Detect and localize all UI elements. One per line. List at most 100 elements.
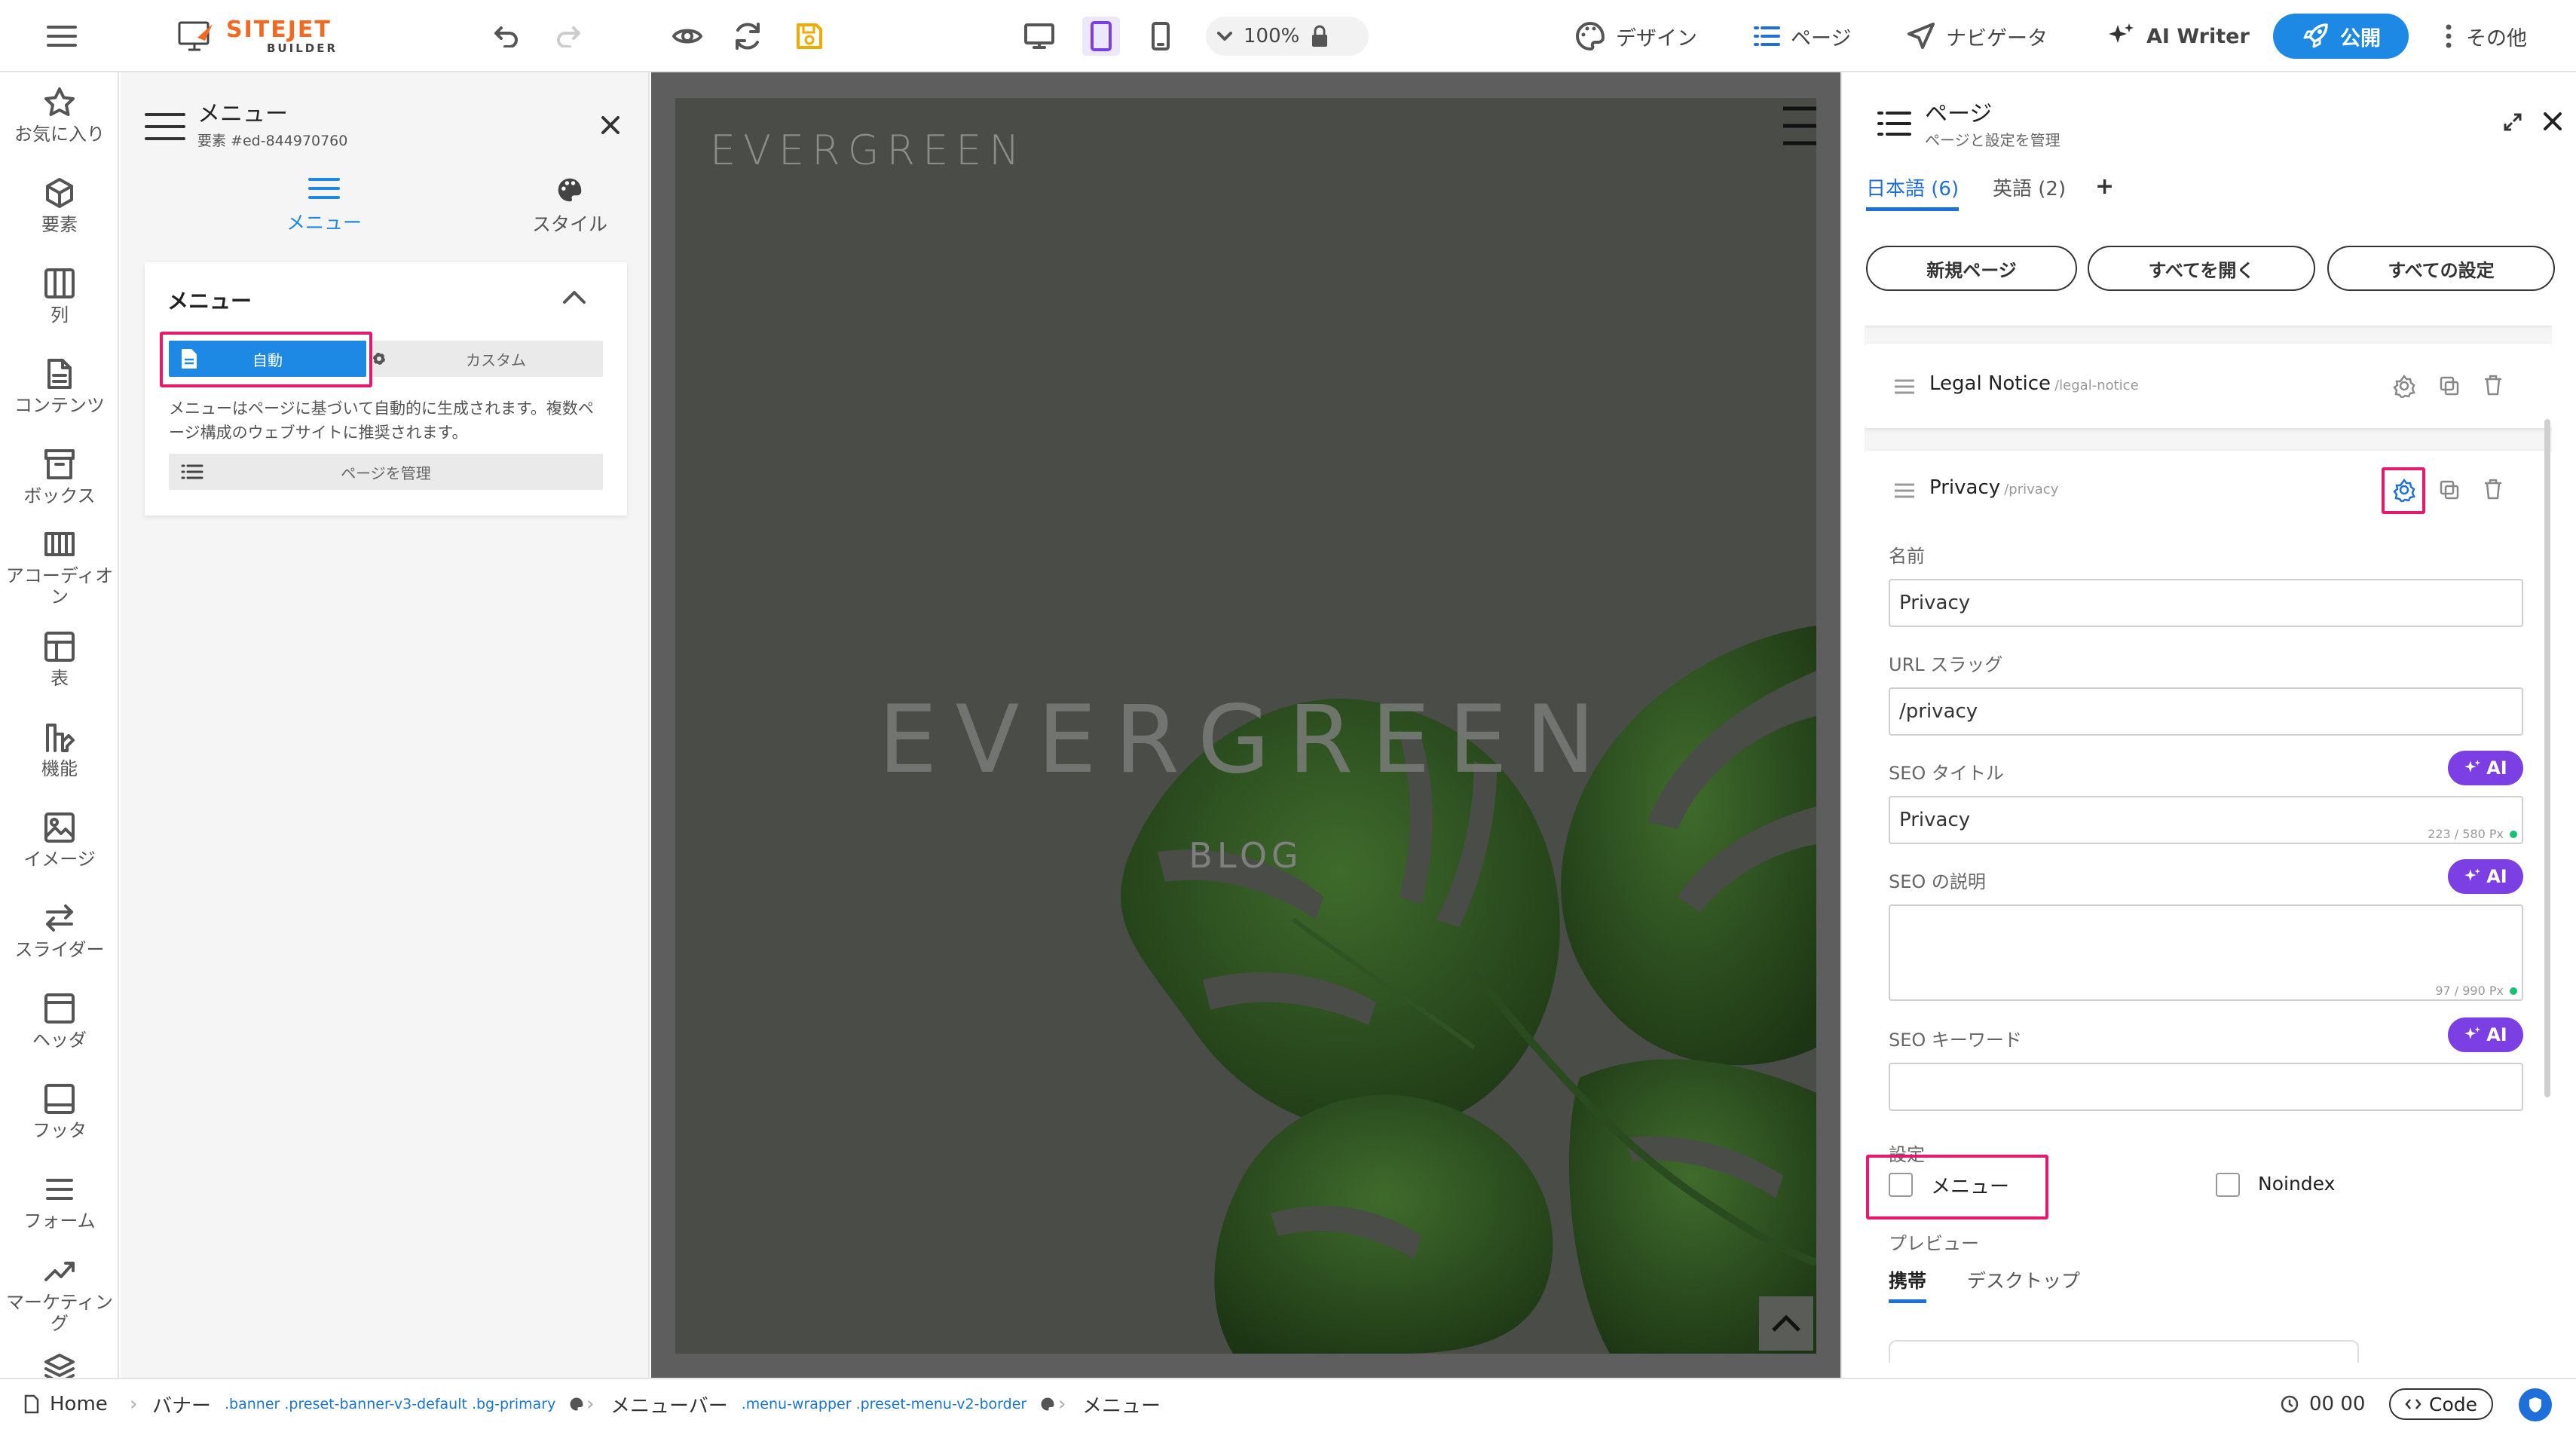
site-logo-small[interactable]: EVERGREEN: [710, 127, 1027, 174]
manage-pages-button[interactable]: ページを管理: [169, 454, 603, 490]
add-language-button[interactable]: +: [2095, 173, 2114, 200]
desktop-view-icon[interactable]: [1022, 21, 1057, 51]
breadcrumb-menubar[interactable]: メニューバー .menu-wrapper .preset-menu-v2-bor…: [610, 1379, 1055, 1429]
lock-icon[interactable]: [1310, 24, 1329, 48]
sidebar-item-elements[interactable]: 要素: [0, 176, 118, 235]
nav-design[interactable]: デザイン: [1575, 0, 1697, 72]
sidebar-item-accordion[interactable]: アコーディオン: [0, 528, 118, 607]
shield-icon[interactable]: [2519, 1388, 2552, 1421]
slug-field-label: URL スラッグ: [1889, 654, 2003, 675]
drag-handle-icon[interactable]: [1893, 482, 1916, 499]
close-icon[interactable]: [2543, 112, 2562, 131]
sidebar-item-contents[interactable]: コンテンツ: [0, 357, 118, 416]
new-page-button[interactable]: 新規ページ: [1866, 246, 2077, 291]
refresh-icon[interactable]: [731, 20, 764, 53]
tablet-view-icon[interactable]: [1082, 17, 1120, 56]
element-library-sidebar: お気に入り 要素 列 コンテンツ ボックス アコーディオン 表 機能 イメージ …: [0, 72, 119, 1378]
nav-pages-label: ページ: [1791, 26, 1852, 50]
publish-button[interactable]: 公開: [2273, 14, 2409, 59]
duplicate-icon[interactable]: [2439, 479, 2460, 500]
expand-all-button[interactable]: すべてを開く: [2088, 246, 2315, 291]
sparkle-icon: [2464, 868, 2481, 881]
site-tagline[interactable]: BLOG: [675, 835, 1816, 876]
name-field[interactable]: Privacy: [1889, 579, 2523, 627]
duplicate-icon[interactable]: [2439, 375, 2460, 396]
expand-icon[interactable]: [2502, 112, 2523, 133]
site-banner-preview[interactable]: EVERGREEN EVERGREEN BLOG: [675, 98, 1816, 1354]
save-icon[interactable]: [793, 20, 826, 53]
breadcrumb-home[interactable]: Home: [24, 1379, 108, 1429]
seo-desc-field[interactable]: 97 / 990 Px: [1889, 904, 2523, 1001]
all-settings-button[interactable]: すべての設定: [2327, 246, 2555, 291]
tab-style[interactable]: スタイル: [502, 176, 638, 237]
seo-title-field[interactable]: Privacy 223 / 580 Px: [1889, 796, 2523, 844]
ai-seo-title-button[interactable]: AI: [2448, 751, 2523, 785]
mobile-view-icon[interactable]: [1144, 20, 1177, 53]
sidebar-item-footer[interactable]: フッタ: [0, 1082, 118, 1141]
drag-handle-icon[interactable]: [1893, 378, 1916, 395]
trash-icon[interactable]: [2483, 478, 2504, 500]
layers-icon: [44, 1354, 75, 1378]
breadcrumb-menu[interactable]: メニュー: [1082, 1379, 1161, 1429]
seo-title-counter: 223 / 580 Px: [2428, 827, 2504, 841]
ai-seo-desc-button[interactable]: AI: [2448, 859, 2523, 894]
tab-language-japanese[interactable]: 日本語 (6): [1866, 173, 1960, 211]
name-field-label: 名前: [1889, 546, 1925, 567]
page-item-legal-notice[interactable]: Legal Notice /legal-notice: [1865, 344, 2552, 428]
sidebar-item-label: 機能: [41, 758, 78, 779]
breadcrumb-banner[interactable]: バナー .banner .preset-banner-v3-default .b…: [152, 1379, 584, 1429]
slug-field[interactable]: /privacy: [1889, 687, 2523, 736]
breadcrumb-separator: ›: [130, 1393, 138, 1415]
list-icon: [1877, 110, 1911, 137]
close-icon[interactable]: [597, 112, 624, 139]
sidebar-item-favorites[interactable]: お気に入り: [0, 86, 118, 145]
site-title-large[interactable]: EVERGREEN: [675, 686, 1816, 794]
tab-menu-label: メニュー: [286, 212, 362, 234]
sidebar-item-header[interactable]: ヘッダ: [0, 992, 118, 1051]
zoom-level: 100%: [1244, 25, 1300, 47]
hamburger-menu-icon[interactable]: [41, 23, 83, 50]
trash-icon[interactable]: [2483, 374, 2504, 396]
undo-icon[interactable]: [490, 21, 523, 51]
sidebar-item-form[interactable]: フォーム: [0, 1173, 118, 1232]
sidebar-item-layers[interactable]: [0, 1352, 118, 1378]
site-hamburger-icon[interactable]: [1782, 106, 1816, 146]
redo-icon[interactable]: [552, 21, 585, 51]
noindex-checkbox[interactable]: [2216, 1173, 2240, 1197]
sidebar-item-image[interactable]: イメージ: [0, 811, 118, 870]
chevron-up-icon[interactable]: [562, 289, 586, 304]
tab-language-english[interactable]: 英語 (2): [1993, 173, 2066, 201]
sidebar-item-features[interactable]: 機能: [0, 721, 118, 779]
more-menu[interactable]: その他: [2445, 0, 2527, 72]
breadcrumb-separator: ›: [1058, 1393, 1066, 1415]
scroll-top-button[interactable]: [1759, 1296, 1813, 1351]
image-icon: [44, 812, 75, 843]
mode-custom-button[interactable]: カスタム: [372, 341, 603, 377]
sidebar-item-marketing[interactable]: マーケティング: [0, 1254, 118, 1334]
name-field-value: Privacy: [1899, 592, 1971, 614]
preview-eye-icon[interactable]: [671, 21, 704, 51]
sidebar-item-columns[interactable]: 列: [0, 267, 118, 326]
tab-preview-mobile[interactable]: 携帯: [1889, 1266, 1927, 1303]
seo-keywords-field[interactable]: [1889, 1063, 2523, 1111]
page-settings-icon[interactable]: [2392, 374, 2416, 398]
page-slug: /privacy: [2004, 482, 2059, 497]
sitejet-logo[interactable]: SITEJET BUILDER: [178, 15, 366, 57]
zoom-control[interactable]: 100%: [1206, 17, 1369, 56]
tab-preview-desktop[interactable]: デスクトップ: [1967, 1266, 2080, 1293]
noindex-checkbox-label[interactable]: Noindex: [2258, 1173, 2335, 1195]
nav-navigator[interactable]: ナビゲータ: [1907, 0, 2048, 72]
ai-seo-keywords-button[interactable]: AI: [2448, 1017, 2523, 1052]
breadcrumb-banner-classes: .banner .preset-banner-v3-default .bg-pr…: [225, 1396, 556, 1412]
pages-scrollbar[interactable]: [2544, 419, 2550, 1097]
tab-menu[interactable]: メニュー: [256, 176, 392, 235]
code-button[interactable]: Code: [2389, 1388, 2493, 1420]
nav-pages[interactable]: ページ: [1753, 0, 1851, 72]
table-icon: [44, 632, 75, 662]
ai-label: AI: [2486, 866, 2507, 887]
seo-title-value: Privacy: [1899, 809, 1971, 831]
nav-ai-writer[interactable]: AI Writer: [2107, 0, 2250, 72]
sidebar-item-table[interactable]: 表: [0, 630, 118, 689]
sidebar-item-slider[interactable]: スライダー: [0, 901, 118, 960]
sidebar-item-boxes[interactable]: ボックス: [0, 448, 118, 506]
